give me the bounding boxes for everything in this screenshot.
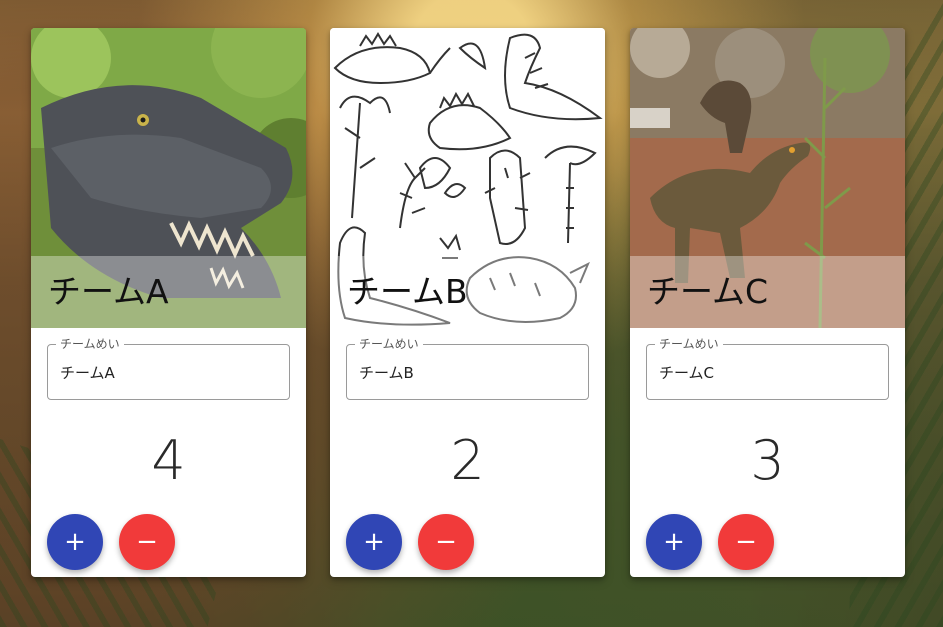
team-c-name-input[interactable] (659, 361, 874, 383)
team-b-title: チームB (347, 272, 468, 311)
plus-icon: + (363, 527, 385, 557)
team-c-title: チームC (647, 272, 769, 311)
minus-icon: − (136, 527, 158, 557)
team-a-name-label: チームめい (56, 336, 124, 352)
team-c-score: 3 (750, 429, 785, 492)
team-b-name-input[interactable] (359, 361, 574, 383)
team-b-decrement-button[interactable]: − (418, 514, 474, 570)
team-a-score: 4 (151, 429, 186, 492)
plus-icon: + (64, 527, 86, 557)
team-b-name-label: チームめい (355, 336, 423, 352)
minus-icon: − (735, 527, 757, 557)
team-a-name-field: チームめい (47, 336, 290, 400)
team-c-increment-button[interactable]: + (646, 514, 702, 570)
team-card-b: チームB チームめい 2 + − (330, 28, 605, 577)
team-c-name-label: チームめい (655, 336, 723, 352)
plus-icon: + (663, 527, 685, 557)
team-b-score: 2 (450, 429, 485, 492)
team-card-c: チームC チームめい 3 + − (630, 28, 905, 577)
minus-icon: − (435, 527, 457, 557)
team-a-increment-button[interactable]: + (47, 514, 103, 570)
team-a-decrement-button[interactable]: − (119, 514, 175, 570)
team-b-increment-button[interactable]: + (346, 514, 402, 570)
team-card-a: チームA チームめい 4 + − (31, 28, 306, 577)
team-a-name-input[interactable] (60, 361, 275, 383)
team-c-name-field: チームめい (646, 336, 889, 400)
team-c-decrement-button[interactable]: − (718, 514, 774, 570)
team-b-name-field: チームめい (346, 336, 589, 400)
team-a-title: チームA (48, 272, 169, 311)
